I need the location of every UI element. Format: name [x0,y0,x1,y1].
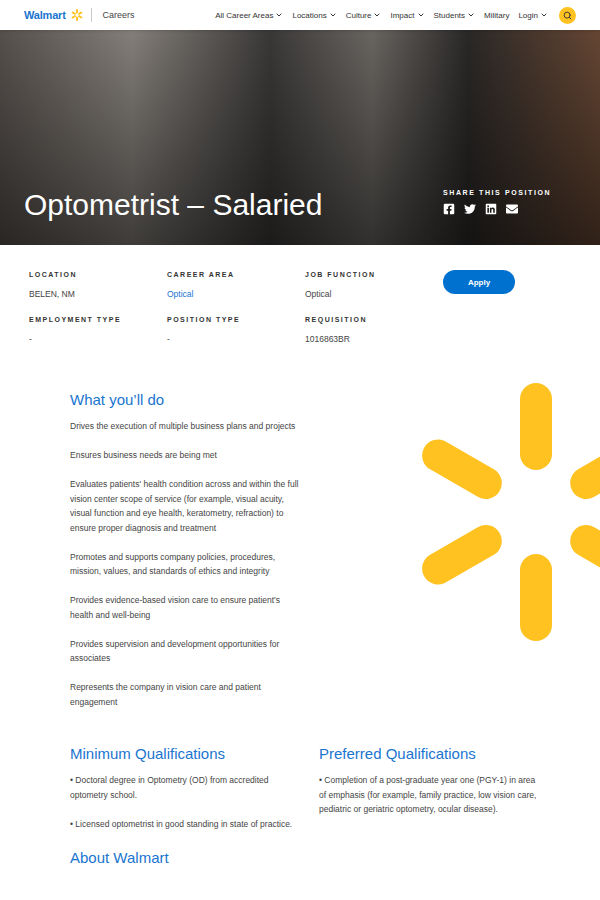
twitter-icon [464,203,476,215]
nav-item[interactable]: Military [484,11,509,20]
duty-item: Provides evidence-based vision care to e… [70,593,305,622]
detail-cell: JOB FUNCTION Optical [305,270,443,301]
duties-column: What you’ll do Drives the execution of mu… [0,383,305,709]
qualification-list: • Doctoral degree in Optometry (OD) from… [70,773,295,831]
detail-label: CAREER AREA [167,270,305,280]
qualifications-section: Minimum Qualifications • Doctoral degree … [0,745,600,831]
share-link[interactable] [485,203,497,215]
detail-value: Optical [305,288,443,301]
section-title: Preferred Qualifications [319,745,544,763]
detail-label: JOB FUNCTION [305,270,443,280]
email-icon [506,203,518,215]
share-link[interactable] [506,203,518,215]
duties-section: What you’ll do Drives the execution of mu… [0,383,600,709]
duty-item: Evaluates patients' health condition acr… [70,477,305,535]
qualification-column: Preferred Qualifications • Completion of … [319,745,544,831]
section-title: What you’ll do [70,391,305,409]
chevron-down-icon [329,11,337,19]
chevron-down-icon [417,11,425,19]
share-panel: SHARE THIS POSITION [443,189,600,215]
duty-item: Ensures business needs are being met [70,448,305,463]
detail-cell: EMPLOYMENT TYPE - [29,315,167,346]
detail-value: BELEN, NM [29,288,167,301]
search-button[interactable] [559,7,576,24]
nav-item[interactable]: Login [518,11,548,20]
nav-item[interactable]: Impact [390,11,424,20]
section-title: Minimum Qualifications [70,745,295,763]
apply-button[interactable]: Apply [443,270,515,294]
duty-item: Represents the company in vision care an… [70,680,305,709]
share-link[interactable] [464,203,476,215]
detail-label: LOCATION [29,270,167,280]
linkedin-icon [485,203,497,215]
hero-banner: Optometrist – SalariedSHARE THIS POSITIO… [0,30,600,245]
details-grid: LOCATIONBELEN, NMCAREER AREAOpticalJOB F… [29,270,443,346]
duties-list: Drives the execution of multiple busines… [70,419,305,709]
share-label: SHARE THIS POSITION [443,189,600,196]
job-page: Walmart Careers All Career Areas Locations C… [0,0,600,877]
detail-label: EMPLOYMENT TYPE [29,315,167,325]
spark-icon [70,8,84,22]
walmart-logo[interactable]: Walmart [24,9,66,21]
nav-item[interactable]: Culture [346,11,382,20]
facebook-icon [443,203,455,215]
about-section: About Walmart [0,849,600,877]
chevron-down-icon [467,11,475,19]
brand[interactable]: Walmart Careers [24,8,135,22]
detail-cell: POSITION TYPE - [167,315,305,346]
detail-label: POSITION TYPE [167,315,305,325]
brand-divider [91,8,92,22]
spark-graphic [420,383,600,643]
qualification-item: • Completion of a post-graduate year one… [319,773,544,817]
site-header: Walmart Careers All Career Areas Locations C… [0,0,600,30]
chevron-down-icon [373,11,381,19]
detail-cell: REQUISITION 1016863BR [305,315,443,346]
search-icon [563,11,572,20]
share-icons [443,203,600,215]
duty-item: Drives the execution of multiple busines… [70,419,305,434]
large-spark-icon [420,383,600,643]
nav-item[interactable]: Students [434,11,476,20]
detail-value: - [167,333,305,346]
qualification-list: • Completion of a post-graduate year one… [319,773,544,817]
detail-cell: CAREER AREA Optical [167,270,305,301]
detail-value: 1016863BR [305,333,443,346]
nav-item[interactable]: Locations [292,11,336,20]
qualification-column: Minimum Qualifications • Doctoral degree … [70,745,295,831]
careers-label[interactable]: Careers [103,10,135,20]
duty-item: Provides supervision and development opp… [70,637,305,666]
qualification-item: • Licensed optometrist in good standing … [70,817,295,832]
chevron-down-icon [540,11,548,19]
job-title: Optometrist – Salaried [24,187,443,223]
duty-item: Promotes and supports company policies, … [70,550,305,579]
share-link[interactable] [443,203,455,215]
section-title: About Walmart [70,849,600,867]
detail-value: - [29,333,167,346]
main-nav: All Career Areas Locations Culture Impact St… [215,7,576,24]
chevron-down-icon [275,11,283,19]
detail-label: REQUISITION [305,315,443,325]
qualification-item: • Doctoral degree in Optometry (OD) from… [70,773,295,802]
job-details: LOCATIONBELEN, NMCAREER AREAOpticalJOB F… [0,245,600,346]
detail-cell: LOCATION BELEN, NM [29,270,167,301]
nav-item[interactable]: All Career Areas [215,11,283,20]
detail-value[interactable]: Optical [167,288,305,301]
